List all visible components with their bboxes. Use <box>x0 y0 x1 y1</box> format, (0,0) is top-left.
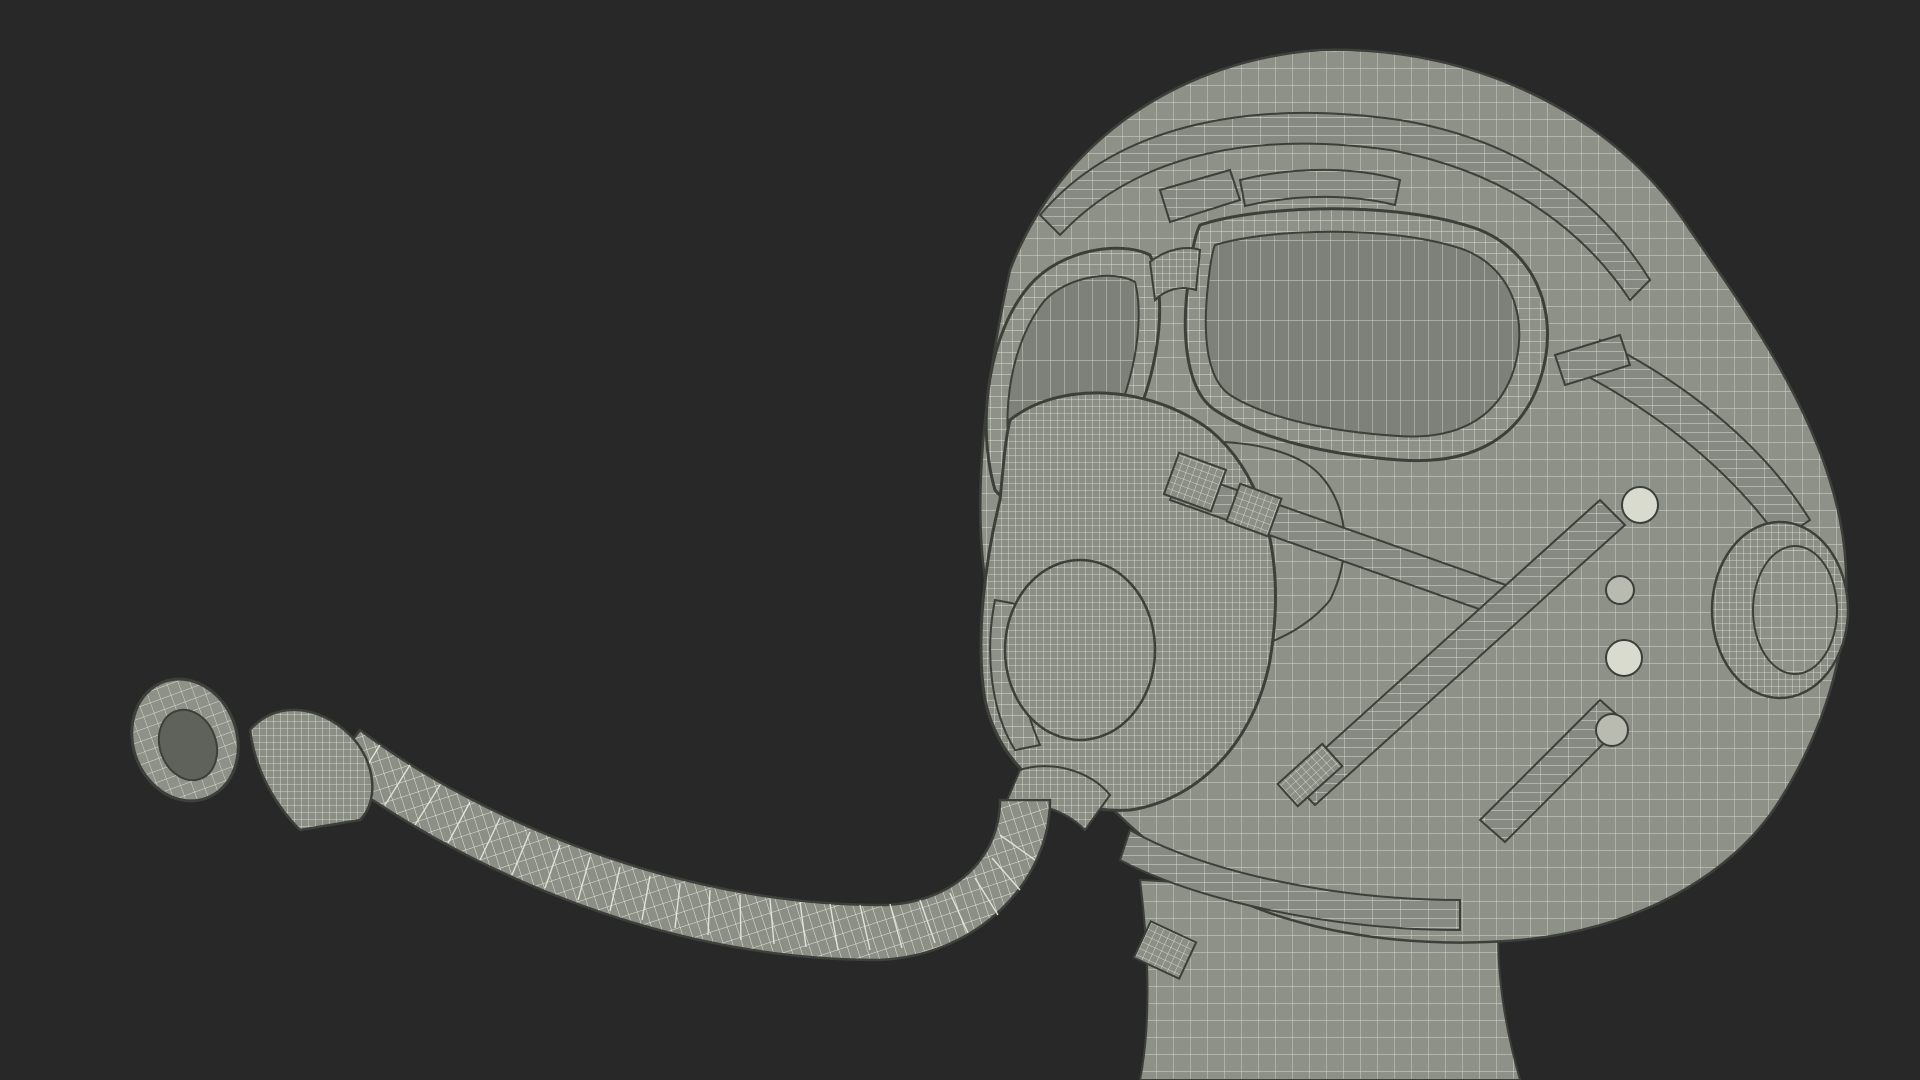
wireframe-render <box>130 48 1850 1080</box>
snap-rivet <box>1605 639 1643 677</box>
snap-rivet <box>1595 713 1629 747</box>
goggle-right-lens <box>1204 230 1521 438</box>
oxygen-mask-valve <box>1003 558 1157 742</box>
render-viewport <box>0 0 1920 1080</box>
hose-end-cuff <box>248 708 374 832</box>
ear-cup-inner <box>1752 545 1838 675</box>
snap-rivet <box>1621 486 1659 524</box>
snap-rivet <box>1605 575 1635 605</box>
hose-icon <box>328 728 1052 962</box>
